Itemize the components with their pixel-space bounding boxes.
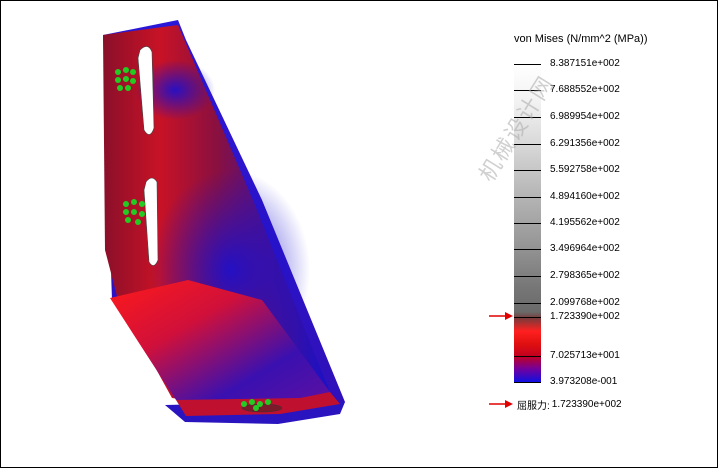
legend-tick-line xyxy=(514,197,541,198)
legend-tick-line xyxy=(514,303,541,304)
yield-strength-row: 屈服力: 1.723390e+002 xyxy=(489,397,622,412)
legend-tick-label: 3.973208e-001 xyxy=(550,376,618,387)
legend-tick-label: 7.025713e+001 xyxy=(550,350,620,361)
yield-value: 1.723390e+002 xyxy=(551,398,622,410)
legend-tick-label: 2.798365e+002 xyxy=(550,270,620,281)
legend-tick-label: 4.894160e+002 xyxy=(550,191,620,202)
legend-tick-label: 1.723390e+002 xyxy=(550,311,620,322)
legend-tick-label: 5.592758e+002 xyxy=(550,164,620,175)
legend-tick-label: 3.496964e+002 xyxy=(550,243,620,254)
legend-tick-label: 2.099768e+002 xyxy=(550,297,620,308)
legend-tick-line xyxy=(514,276,541,277)
legend-tick-line xyxy=(514,170,541,171)
legend-tick-label: 6.291356e+002 xyxy=(550,138,620,149)
yield-arrow-icon xyxy=(489,400,513,408)
legend-tick-line xyxy=(514,64,541,65)
model-viewport[interactable] xyxy=(0,0,480,468)
legend-tick-label: 8.387151e+002 xyxy=(550,58,620,69)
legend-tick-label: 7.688552e+002 xyxy=(550,84,620,95)
legend-title: von Mises (N/mm^2 (MPa)) xyxy=(514,33,648,45)
yield-label: 屈服力: xyxy=(517,400,550,412)
legend-tick-line xyxy=(514,382,541,383)
legend-tick-line xyxy=(514,317,541,318)
legend-tick-line xyxy=(514,356,541,357)
legend-tick-label: 4.195562e+002 xyxy=(550,217,620,228)
yield-marker-arrow-icon xyxy=(489,312,513,320)
legend-tick-line xyxy=(514,249,541,250)
legend-tick-label: 6.989954e+002 xyxy=(550,111,620,122)
legend-tick-line xyxy=(514,223,541,224)
